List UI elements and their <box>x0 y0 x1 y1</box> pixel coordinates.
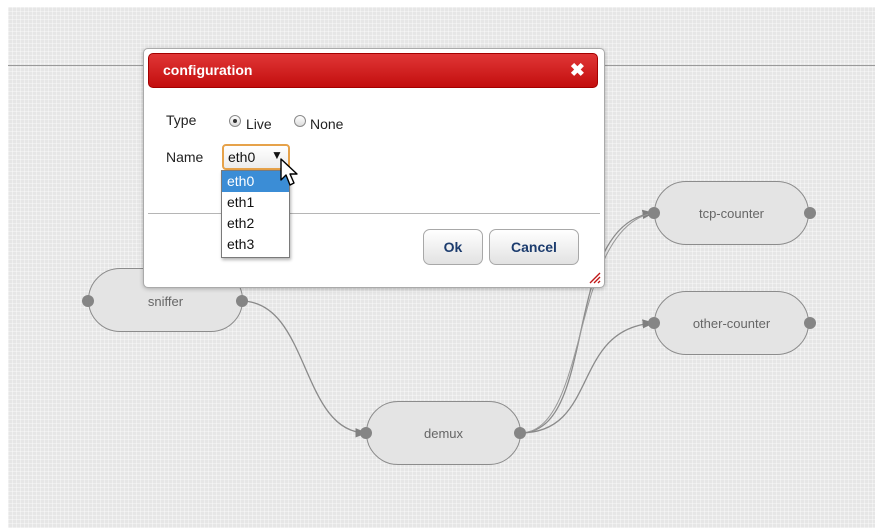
node-label: tcp-counter <box>698 205 765 221</box>
port-sniffer-in[interactable] <box>82 295 94 307</box>
edge-demux-other-counter <box>519 319 655 434</box>
name-label: Name <box>166 149 204 165</box>
port-demux-in[interactable] <box>360 427 372 439</box>
port-sniffer-out[interactable] <box>236 295 248 307</box>
name-select-value: eth0 <box>228 149 256 165</box>
close-icon[interactable]: ✖ <box>570 60 585 80</box>
dialog-title: configuration <box>163 62 253 78</box>
node-label: sniffer <box>147 293 184 309</box>
radio-live[interactable] <box>229 115 241 127</box>
radio-none[interactable] <box>294 115 306 127</box>
port-other-counter-out[interactable] <box>804 317 816 329</box>
node-other-counter[interactable]: other-counter <box>654 291 809 355</box>
dropdown-option-eth2[interactable]: eth2 <box>222 213 289 234</box>
dialog-divider <box>148 213 600 214</box>
dropdown-option-eth0[interactable]: eth0 <box>222 171 289 192</box>
dialog-titlebar[interactable]: configuration ✖ <box>148 53 598 88</box>
radio-none-label[interactable]: None <box>310 116 343 132</box>
node-label: demux <box>423 425 464 441</box>
node-demux[interactable]: demux <box>366 401 521 465</box>
port-demux-out[interactable] <box>514 427 526 439</box>
edge-sniffer-demux <box>240 300 368 438</box>
type-label: Type <box>166 112 197 128</box>
port-tcp-counter-in[interactable] <box>648 207 660 219</box>
node-tcp-counter[interactable]: tcp-counter <box>654 181 809 245</box>
dropdown-option-eth1[interactable]: eth1 <box>222 192 289 213</box>
resize-grip-icon[interactable] <box>589 272 601 284</box>
port-tcp-counter-out[interactable] <box>804 207 816 219</box>
dropdown-option-eth3[interactable]: eth3 <box>222 234 289 255</box>
radio-live-label[interactable]: Live <box>246 116 272 132</box>
ok-button[interactable]: Ok <box>423 229 483 265</box>
mouse-pointer-icon <box>280 158 298 186</box>
node-label: other-counter <box>692 315 771 331</box>
configuration-dialog: configuration ✖ Type Live None Name eth0… <box>143 48 605 288</box>
cancel-button[interactable]: Cancel <box>489 229 579 265</box>
port-other-counter-in[interactable] <box>648 317 660 329</box>
